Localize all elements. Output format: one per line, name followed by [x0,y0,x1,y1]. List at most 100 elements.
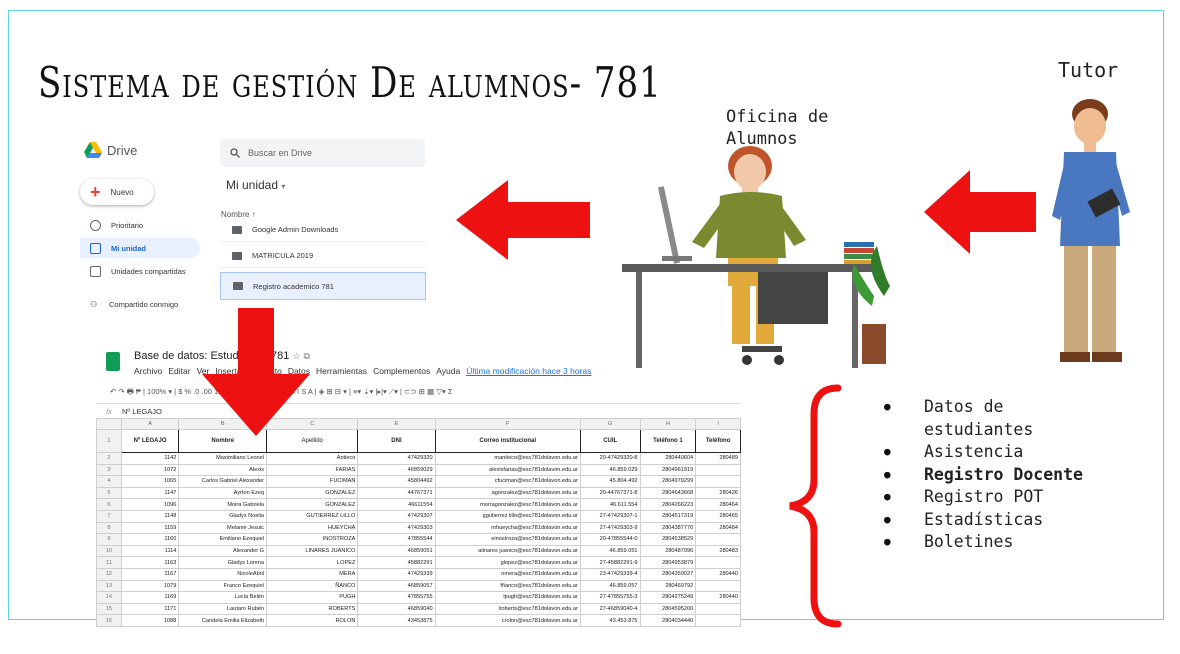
table-cell[interactable]: Antieco [266,452,359,465]
table-cell[interactable]: glopez@esc781dolavon.edu.ar [434,556,581,569]
row-number[interactable]: 9 [96,533,122,546]
table-cell[interactable]: 1167 [120,567,180,581]
table-cell[interactable]: 280487996 [639,544,697,558]
header-cell[interactable]: CUIL [579,429,641,453]
table-cell[interactable] [695,614,741,627]
table-cell[interactable]: 46.611.554 [579,498,641,511]
table-cell[interactable]: 2804953879 [639,556,697,569]
table-cell[interactable]: 2804387770 [639,521,697,535]
table-cell[interactable] [695,533,741,546]
table-cell[interactable]: 46611554 [357,498,436,511]
table-cell[interactable]: agonzalez@esc781dolavon.edu.ar [434,486,581,500]
row-number[interactable]: 6 [96,498,122,511]
table-cell[interactable]: 2804643668 [639,486,697,500]
table-cell[interactable]: cfuciman@esc781dolavon.edu.ar [434,475,581,488]
table-cell[interactable]: 280483 [695,544,741,558]
table-cell[interactable]: ROBERTS [266,602,359,616]
table-cell[interactable]: Alexander G [178,544,268,558]
table-cell[interactable]: 280440 [695,567,741,581]
table-cell[interactable]: 46.859.029 [579,463,641,477]
sidebar-item-unidades-compartidas[interactable]: Unidades compartidas [80,261,200,281]
drive-search-input[interactable]: Buscar en Drive [220,139,425,167]
table-cell[interactable]: 43.453.875 [579,614,641,627]
table-cell[interactable]: 280426 [695,486,741,500]
table-cell[interactable]: 46859040 [357,602,436,616]
table-cell[interactable]: nmera@esc781dolavon.edu.ar [434,567,581,581]
location-dropdown[interactable]: Mi unidad ▾ [226,178,285,192]
table-cell[interactable]: 27-47429307-1 [579,509,641,523]
table-cell[interactable]: morragonzalez@esc781dolavon.edu.ar [434,498,581,511]
table-cell[interactable]: 2804979299 [639,475,697,488]
table-cell[interactable]: 1088 [120,614,180,627]
table-cell[interactable]: 1163 [120,556,180,569]
table-cell[interactable]: 46859057 [357,579,436,593]
table-cell[interactable]: ROLON [266,614,359,627]
table-cell[interactable]: 27-47855755-3 [579,591,641,604]
row-number[interactable]: 4 [96,475,122,488]
row-number[interactable]: 1 [96,429,122,453]
table-cell[interactable]: mhueycha@esc781dolavon.edu.ar [434,521,581,535]
table-cell[interactable]: 2804266223 [639,498,697,511]
table-cell[interactable]: 20-47855544-0 [579,533,641,546]
corner-cell[interactable] [96,418,122,430]
table-cell[interactable]: Gladys Lorena [178,556,268,569]
drive-logo[interactable]: Drive [84,142,137,158]
table-cell[interactable]: 46859029 [357,463,436,477]
table-cell[interactable]: 47429303 [357,521,436,535]
row-number[interactable]: 12 [96,567,122,581]
table-cell[interactable]: 2804034440 [639,614,697,627]
menu-herramientas[interactable]: Herramientas [316,366,367,376]
table-cell[interactable]: alinares juanico@esc781dolavon.edu.ar [434,544,581,558]
table-cell[interactable]: Franco Ezequiel [178,579,268,593]
table-cell[interactable]: 45.804.492 [579,475,641,488]
table-cell[interactable]: Lautaro Rubén [178,602,268,616]
table-cell[interactable]: crolon@esc781dolavon.edu.ar [434,614,581,627]
table-cell[interactable]: Candela Emilia Elizabeth [178,614,268,627]
table-cell[interactable]: 1159 [120,521,180,535]
header-cell[interactable]: Nº LEGAJO [120,429,180,453]
table-cell[interactable]: HUEYCHA [266,521,359,535]
folder-row-selected[interactable]: Registro academico 781 [220,272,426,300]
col-letter[interactable]: I [695,418,741,430]
folder-row[interactable]: MATRICULA 2019 [220,244,426,268]
table-cell[interactable]: 27-45882291-9 [579,556,641,569]
row-number[interactable]: 3 [96,463,122,477]
table-cell[interactable]: 23-47429339-4 [579,567,641,581]
menu-editar[interactable]: Editar [168,366,190,376]
table-cell[interactable]: 46.859.057 [579,579,641,593]
header-cell[interactable]: Teléfono 1 [639,429,697,453]
table-cell[interactable]: 1142 [120,452,180,465]
table-cell[interactable]: Lucía Belén [178,591,268,604]
table-cell[interactable] [695,602,741,616]
table-cell[interactable]: 20-47429320-8 [579,452,641,465]
table-cell[interactable]: 47855544 [357,533,436,546]
row-number[interactable]: 13 [96,579,122,593]
table-cell[interactable]: 2804517319 [639,509,697,523]
table-cell[interactable]: 2804538529 [639,533,697,546]
folder-row[interactable]: Google Admin Downloads [220,218,426,242]
header-cell[interactable]: Correo institucional [434,429,581,453]
table-cell[interactable]: 1072 [120,463,180,477]
col-letter[interactable]: E [357,418,436,430]
table-cell[interactable]: 46.859.051 [579,544,641,558]
row-number[interactable]: 11 [96,556,122,569]
last-modified-link[interactable]: Última modificación hace 3 horas [466,366,591,376]
row-number[interactable]: 15 [96,602,122,616]
table-cell[interactable]: 280440604 [639,452,697,465]
table-cell[interactable]: mantieco@esc781dolavon.edu.ar [434,452,581,465]
table-cell[interactable]: 47855755 [357,591,436,604]
table-cell[interactable]: 1079 [120,579,180,593]
table-cell[interactable]: 2804275249 [639,591,697,604]
table-cell[interactable]: 1169 [120,591,180,604]
table-cell[interactable]: lpugh@esc781dolavon.edu.ar [434,591,581,604]
table-cell[interactable]: Carlos Gabriel Alexander [178,475,268,488]
new-button[interactable]: + Nuevo [80,179,154,205]
table-cell[interactable] [695,475,741,488]
table-cell[interactable]: 45882291 [357,556,436,569]
menu-ayuda[interactable]: Ayuda [436,366,460,376]
table-cell[interactable]: GUTIERREZ LILLO [266,509,359,523]
table-cell[interactable]: FARIAS [266,463,359,477]
table-cell[interactable]: 47429307 [357,509,436,523]
menu-complementos[interactable]: Complementos [373,366,430,376]
table-cell[interactable]: 1096 [120,498,180,511]
